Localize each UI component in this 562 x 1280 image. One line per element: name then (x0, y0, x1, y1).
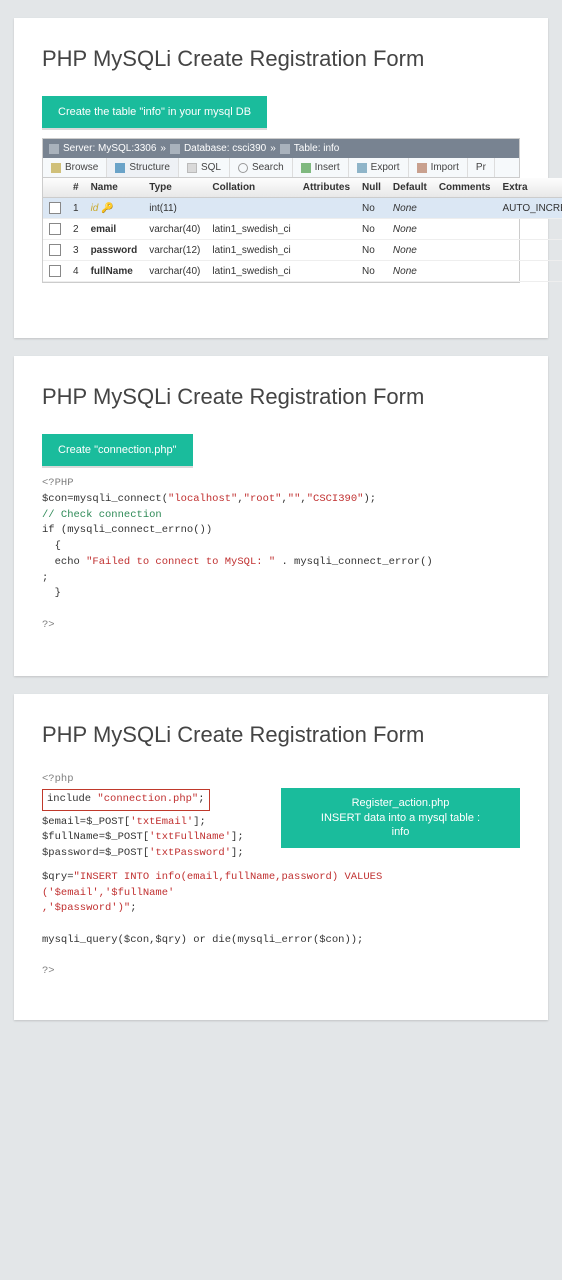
code-include-line: include "connection.php"; (47, 792, 205, 808)
slide-2: PHP MySQLi Create Registration Form Crea… (14, 356, 548, 676)
row-checkbox[interactable] (49, 244, 61, 256)
export-icon (357, 163, 367, 173)
breadcrumb: Server: MySQL:3306 » Database: csci390 »… (43, 139, 519, 158)
table-header-row: # Name Type Collation Attributes Null De… (43, 178, 562, 198)
code-and-note-row: include "connection.php"; $email=$_POST[… (42, 788, 520, 862)
structure-icon (115, 163, 125, 173)
slide-1: PHP MySQLi Create Registration Form Crea… (14, 18, 548, 338)
cell-name: id 🔑 (85, 198, 144, 219)
tab-insert[interactable]: Insert (293, 158, 349, 177)
tab-search[interactable]: Search (230, 158, 293, 177)
phpmyadmin-panel: Server: MySQL:3306 » Database: csci390 »… (42, 138, 520, 283)
tab-sql[interactable]: SQL (179, 158, 230, 177)
cell-type: varchar(12) (143, 240, 206, 261)
cell-default: None (387, 261, 433, 282)
step-create-table: Create the table "info" in your mysql DB (42, 96, 267, 128)
slide-title: PHP MySQLi Create Registration Form (42, 384, 520, 410)
table-row: 4fullNamevarchar(40)latin1_swedish_ci NoN… (43, 261, 562, 282)
cell-collation: latin1_swedish_ci (206, 219, 296, 240)
cell-attributes (297, 219, 356, 240)
row-checkbox[interactable] (49, 265, 61, 277)
cell-num: 3 (67, 240, 85, 261)
th-type: Type (143, 178, 206, 198)
cell-type: varchar(40) (143, 261, 206, 282)
cell-default: None (387, 198, 433, 219)
cell-comments (433, 240, 497, 261)
cell-extra (497, 261, 562, 282)
tab-structure[interactable]: Structure (107, 158, 179, 177)
cell-comments (433, 219, 497, 240)
th-attributes: Attributes (297, 178, 356, 198)
cell-null: No (356, 219, 387, 240)
table-row: 2emailvarchar(40)latin1_swedish_ci NoNone (43, 219, 562, 240)
cell-comments (433, 198, 497, 219)
slide-title: PHP MySQLi Create Registration Form (42, 722, 520, 748)
import-icon (417, 163, 427, 173)
cell-extra (497, 240, 562, 261)
cell-null: No (356, 261, 387, 282)
code-connection-php: <?PHP $con=mysqli_connect("localhost","r… (42, 476, 520, 634)
row-checkbox[interactable] (49, 223, 61, 235)
crumb-database: Database: csci390 (184, 143, 266, 154)
th-null: Null (356, 178, 387, 198)
cell-extra (497, 219, 562, 240)
crumb-table: Table: info (294, 143, 340, 154)
th-extra: Extra (497, 178, 562, 198)
cell-comments (433, 261, 497, 282)
step-create-connection: Create "connection.php" (42, 434, 193, 466)
sql-icon (187, 163, 197, 173)
th-default: Default (387, 178, 433, 198)
cell-num: 2 (67, 219, 85, 240)
cell-collation (206, 198, 296, 219)
columns-table: # Name Type Collation Attributes Null De… (43, 178, 562, 282)
slide-title: PHP MySQLi Create Registration Form (42, 46, 520, 72)
key-icon: 🔑 (101, 203, 113, 214)
tab-more[interactable]: Pr (468, 158, 495, 177)
crumb-server: Server: MySQL:3306 (63, 143, 156, 154)
cell-null: No (356, 240, 387, 261)
server-icon (49, 144, 59, 154)
pma-tabs: Browse Structure SQL Search Insert Expor… (43, 158, 519, 178)
th-collation: Collation (206, 178, 296, 198)
cell-name: fullName (85, 261, 144, 282)
highlight-include-box: include "connection.php"; (42, 789, 210, 811)
cell-default: None (387, 219, 433, 240)
code-open-tag: <?php (42, 772, 520, 788)
code-post-vars: $email=$_POST['txtEmail']; $fullName=$_P… (42, 815, 269, 862)
tab-browse[interactable]: Browse (43, 158, 107, 177)
cell-collation: latin1_swedish_ci (206, 240, 296, 261)
cell-default: None (387, 240, 433, 261)
tab-import[interactable]: Import (409, 158, 468, 177)
insert-icon (301, 163, 311, 173)
browse-icon (51, 163, 61, 173)
table-icon (280, 144, 290, 154)
note-title: Register_action.php (287, 796, 514, 811)
database-icon (170, 144, 180, 154)
note-register-action: Register_action.php INSERT data into a m… (281, 788, 520, 849)
cell-name: email (85, 219, 144, 240)
th-comments: Comments (433, 178, 497, 198)
cell-attributes (297, 198, 356, 219)
cell-attributes (297, 261, 356, 282)
search-icon (238, 163, 248, 173)
cell-name: password (85, 240, 144, 261)
cell-collation: latin1_swedish_ci (206, 261, 296, 282)
cell-num: 4 (67, 261, 85, 282)
cell-type: varchar(40) (143, 219, 206, 240)
cell-attributes (297, 240, 356, 261)
code-insert-query: $qry="INSERT INTO info(email,fullName,pa… (42, 870, 520, 980)
cell-type: int(11) (143, 198, 206, 219)
slide-3: PHP MySQLi Create Registration Form <?ph… (14, 694, 548, 1020)
cell-null: No (356, 198, 387, 219)
note-line2: info (287, 825, 514, 840)
cell-extra: AUTO_INCREMENT (497, 198, 562, 219)
tab-export[interactable]: Export (349, 158, 409, 177)
th-name: Name (85, 178, 144, 198)
row-checkbox[interactable] (49, 202, 61, 214)
cell-num: 1 (67, 198, 85, 219)
table-row: 1id 🔑int(11) NoNone AUTO_INCREMENT (43, 198, 562, 219)
th-num: # (67, 178, 85, 198)
table-row: 3passwordvarchar(12)latin1_swedish_ci NoN… (43, 240, 562, 261)
note-line1: INSERT data into a mysql table : (287, 811, 514, 826)
